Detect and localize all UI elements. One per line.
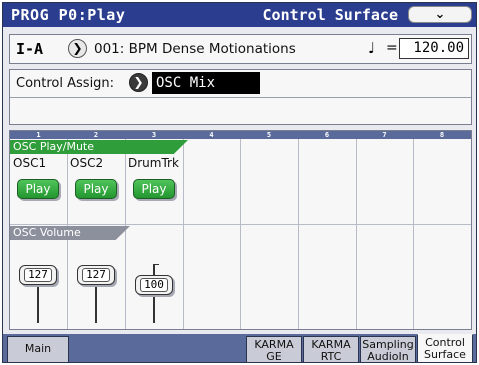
program-select-button[interactable]: ❯ xyxy=(68,39,87,58)
play-mute-button[interactable]: Play xyxy=(17,179,59,199)
volume-slider[interactable]: 127 xyxy=(19,265,57,285)
screen-frame: PROG P0:Play Control Surface ⌄ I-A ❯ 001… xyxy=(2,2,477,363)
play-mute-button[interactable]: Play xyxy=(75,179,117,199)
control-grid: 1 2 3 4 5 6 7 8 OSC Play/Mute OSC1 OSC2 … xyxy=(9,130,472,330)
column-divider xyxy=(125,139,126,329)
chevron-right-icon: ❯ xyxy=(72,41,83,55)
control-assign-label: Control Assign: xyxy=(16,76,115,91)
tempo-field[interactable]: 120.00 xyxy=(399,38,469,59)
program-select-row: I-A ❯ 001: BPM Dense Motionations ♩ = 12… xyxy=(9,34,472,64)
tab-sampling-audioin[interactable]: Sampling AudioIn xyxy=(360,336,416,362)
osc-play-mute-label: OSC Play/Mute xyxy=(10,140,188,154)
chevron-right-icon: ❯ xyxy=(133,75,144,89)
column-divider xyxy=(356,139,357,329)
channel-number: 7 xyxy=(382,131,387,139)
channel-number: 2 xyxy=(93,131,99,139)
tab-karma-ge[interactable]: KARMA GE xyxy=(246,336,302,362)
mode-title: PROG P0:Play xyxy=(11,6,126,24)
track-name: DrumTrk xyxy=(128,156,179,170)
column-divider xyxy=(240,139,241,329)
row-divider xyxy=(10,224,471,225)
column-divider xyxy=(183,139,184,329)
tab-main[interactable]: Main xyxy=(7,336,69,362)
program-bank: I-A xyxy=(16,40,44,58)
control-assign-value[interactable]: OSC Mix xyxy=(152,72,260,94)
page-tabs: Main KARMA GE KARMA RTC Sampling AudioIn… xyxy=(3,334,476,362)
control-assign-button[interactable]: ❯ xyxy=(129,73,148,92)
volume-value: 127 xyxy=(82,268,110,282)
tempo-equals: = xyxy=(386,40,398,56)
osc-volume-label: OSC Volume xyxy=(10,226,130,240)
play-mute-button[interactable]: Play xyxy=(133,179,175,199)
channel-number: 3 xyxy=(151,131,157,139)
channel-number: 4 xyxy=(209,131,214,139)
page-menu-button[interactable]: ⌄ xyxy=(408,6,472,23)
tab-karma-rtc[interactable]: KARMA RTC xyxy=(303,336,359,362)
column-divider xyxy=(298,139,299,329)
track-name: OSC2 xyxy=(70,156,104,170)
channel-number: 6 xyxy=(324,131,330,139)
channel-number: 8 xyxy=(439,131,445,139)
chevron-down-icon: ⌄ xyxy=(434,7,446,22)
divider xyxy=(10,97,471,98)
quarter-note-icon: ♩ xyxy=(368,39,376,57)
volume-value: 127 xyxy=(24,268,52,282)
page-title: Control Surface xyxy=(262,6,398,24)
tab-control-surface[interactable]: Control Surface xyxy=(417,334,473,362)
volume-slider[interactable]: 100 xyxy=(135,275,173,295)
track-name: OSC1 xyxy=(13,156,47,170)
volume-slider[interactable]: 127 xyxy=(77,265,115,285)
column-divider xyxy=(413,139,414,329)
slider-tick xyxy=(153,264,159,265)
title-bar: PROG P0:Play Control Surface ⌄ xyxy=(3,3,476,27)
volume-value: 100 xyxy=(140,278,168,292)
channel-number: 1 xyxy=(36,131,41,139)
control-assign-box: Control Assign: ❯ OSC Mix xyxy=(9,69,472,125)
channel-number: 5 xyxy=(266,131,272,139)
program-name[interactable]: 001: BPM Dense Motionations xyxy=(94,41,296,57)
